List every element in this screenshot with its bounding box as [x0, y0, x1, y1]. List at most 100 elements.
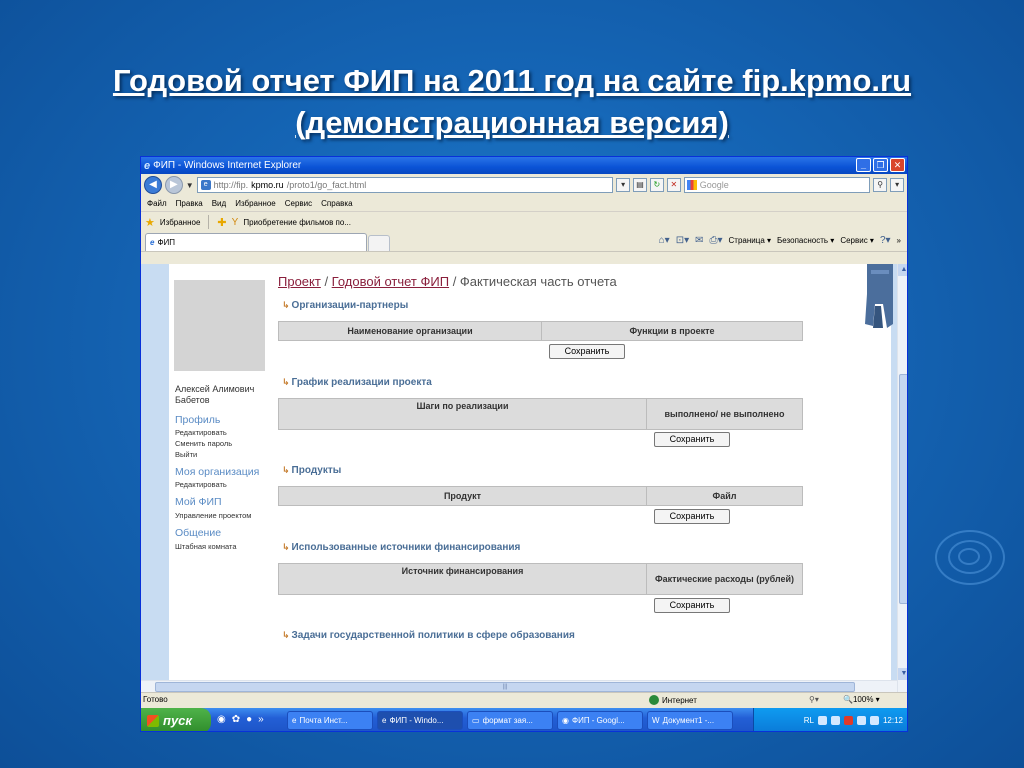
address-dropdown-button[interactable]: ▾	[616, 178, 631, 192]
help-icon[interactable]: ?▾	[880, 235, 891, 246]
print-icon[interactable]: ⎙▾	[710, 235, 723, 246]
maximize-button[interactable]: ❐	[873, 158, 888, 172]
taskbar-item-fip-chrome[interactable]: ◉ ФИП - Googl...	[557, 711, 643, 730]
language-indicator[interactable]: RL	[804, 716, 814, 725]
ie-icon: e	[382, 716, 387, 725]
sidebar-fip-manage[interactable]: Управление проектом	[175, 510, 275, 521]
breadcrumb-project-link[interactable]: Проект	[278, 274, 321, 289]
menu-file[interactable]: Файл	[147, 199, 167, 208]
menu-favorites[interactable]: Избранное	[235, 199, 276, 208]
scroll-thumb[interactable]	[899, 374, 907, 604]
sidebar-change-password[interactable]: Сменить пароль	[175, 438, 275, 449]
save-button[interactable]: Сохранить	[654, 432, 730, 447]
minimize-button[interactable]: _	[856, 158, 871, 172]
protected-mode-icon[interactable]: ⚲▾	[809, 695, 819, 704]
task-label: Почта Инст...	[299, 716, 348, 725]
taskbar-item-fip-ie[interactable]: e ФИП - Windo...	[377, 711, 463, 730]
tray-icon[interactable]	[817, 716, 827, 725]
menu-help[interactable]: Справка	[321, 199, 352, 208]
address-prefix: http://fip.	[213, 180, 249, 190]
horizontal-scroll-thumb[interactable]: |||	[155, 682, 855, 692]
sidebar-org-link[interactable]: Моя организация	[175, 467, 275, 478]
section-heading[interactable]: ↳ Использованные источники финансирования	[282, 542, 520, 553]
tray-icon[interactable]	[856, 716, 866, 725]
menu-edit[interactable]: Правка	[176, 199, 203, 208]
zoom-value: 100%	[852, 695, 874, 704]
chrome-quicklaunch-icon[interactable]: ◉	[217, 714, 226, 725]
section-title: График реализации проекта	[291, 377, 432, 388]
tab-fip[interactable]: e ФИП	[145, 233, 367, 251]
scroll-up-icon[interactable]: ▲	[898, 264, 907, 276]
breadcrumb-report-link[interactable]: Годовой отчет ФИП	[332, 274, 449, 289]
scroll-down-icon[interactable]: ▼	[898, 668, 907, 680]
search-options-button[interactable]: ▾	[890, 178, 905, 192]
search-placeholder: Google	[699, 180, 729, 190]
mail-icon[interactable]: ✉	[695, 235, 703, 246]
section-heading[interactable]: ↳ График реализации проекта	[282, 377, 432, 388]
forward-button[interactable]: ▶	[164, 176, 183, 194]
tools-menu[interactable]: Сервис ▾	[840, 236, 874, 245]
history-dropdown-icon[interactable]: ▼	[186, 181, 194, 190]
compatibility-icon[interactable]: ▤	[633, 178, 647, 192]
section-heading[interactable]: ↳ Организации-партнеры	[282, 300, 408, 311]
chrome-icon: ◉	[562, 716, 569, 725]
stop-icon[interactable]: ✕	[666, 178, 681, 192]
tray-icon[interactable]	[830, 716, 840, 725]
user-name: Алексей Алимович Бабетов	[175, 384, 255, 405]
address-field[interactable]: e http://fip. kpmo.ru/proto1/go_fact.html	[196, 177, 614, 193]
save-button[interactable]: Сохранить	[654, 598, 730, 613]
section-heading[interactable]: ↳ Продукты	[282, 465, 341, 476]
back-button[interactable]: ◀	[144, 176, 162, 194]
section-title: Продукты	[291, 465, 342, 476]
breadcrumb-sep: /	[320, 274, 332, 289]
sidebar-fip-link[interactable]: Мой ФИП	[175, 497, 275, 508]
sidebar-logout[interactable]: Выйти	[175, 449, 275, 460]
security-menu[interactable]: Безопасность ▾	[777, 236, 834, 245]
icq-quicklaunch-icon[interactable]: ✿	[232, 714, 240, 725]
favorites-button[interactable]: Избранное	[160, 218, 201, 227]
favorites-star-icon[interactable]: ★	[145, 216, 155, 229]
column-header: Фактические расходы (рублей)	[646, 563, 803, 595]
section-title: Использованные источники финансирования	[291, 542, 521, 553]
opera-quicklaunch-icon[interactable]: ●	[246, 714, 252, 725]
overflow-icon[interactable]: »	[897, 236, 901, 245]
breadcrumb-current: / Фактическая часть отчета	[449, 274, 617, 289]
close-button[interactable]: ✕	[890, 158, 905, 172]
start-button[interactable]: пуск	[141, 708, 211, 731]
save-button[interactable]: Сохранить	[654, 509, 730, 524]
search-input[interactable]: Google	[683, 177, 871, 193]
taskbar-item-mail[interactable]: e Почта Инст...	[287, 711, 373, 730]
taskbar-item-document[interactable]: W Документ1 -...	[647, 711, 733, 730]
save-button[interactable]: Сохранить	[549, 344, 625, 359]
address-path: /proto1/go_fact.html	[286, 180, 367, 190]
menu-tools[interactable]: Сервис	[285, 199, 312, 208]
vertical-scrollbar[interactable]: ▲ ▼	[897, 264, 907, 692]
section-arrow-icon: ↳	[282, 465, 290, 475]
bluetooth-icon[interactable]	[869, 716, 879, 725]
horizontal-scrollbar[interactable]: |||	[141, 680, 897, 692]
antivirus-icon[interactable]	[843, 716, 853, 725]
quicklaunch-more-icon[interactable]: »	[258, 714, 264, 725]
sidebar-org-edit[interactable]: Редактировать	[175, 479, 275, 490]
add-favorite-icon[interactable]: ✚	[217, 216, 226, 229]
command-bar: ⌂▾ ⊡▾ ✉ ⎙▾ Страница ▾ Безопасность ▾ Сер…	[659, 235, 901, 246]
breadcrumb: Проект / Годовой отчет ФИП / Фактическая…	[278, 274, 617, 289]
sidebar-comm-link[interactable]: Общение	[175, 528, 275, 539]
address-bar-row: ◀ ▶ ▼ e http://fip. kpmo.ru/proto1/go_fac…	[141, 174, 907, 196]
taskbar-item-format[interactable]: ▭ формат зая...	[467, 711, 553, 730]
favorites-link[interactable]: Приобретение фильмов по...	[243, 218, 351, 227]
column-header: Файл	[646, 486, 803, 506]
sidebar-profile-edit[interactable]: Редактировать	[175, 427, 275, 438]
new-tab-button[interactable]	[368, 235, 390, 251]
menu-view[interactable]: Вид	[212, 199, 226, 208]
search-icon[interactable]: ⚲	[873, 178, 888, 192]
section-heading[interactable]: ↳ Задачи государственной политики в сфере…	[282, 630, 575, 641]
home-icon[interactable]: ⌂▾	[659, 235, 670, 246]
page-menu[interactable]: Страница ▾	[729, 236, 772, 245]
window-titlebar[interactable]: e ФИП - Windows Internet Explorer _ ❐ ✕	[141, 157, 907, 174]
rss-icon[interactable]: ⊡▾	[676, 235, 689, 246]
refresh-icon[interactable]: ↻	[649, 178, 664, 192]
zoom-level[interactable]: 🔍100% ▾	[843, 695, 880, 704]
sidebar-comm-room[interactable]: Штабная комната	[175, 541, 275, 552]
sidebar-profile-link[interactable]: Профиль	[175, 415, 275, 426]
